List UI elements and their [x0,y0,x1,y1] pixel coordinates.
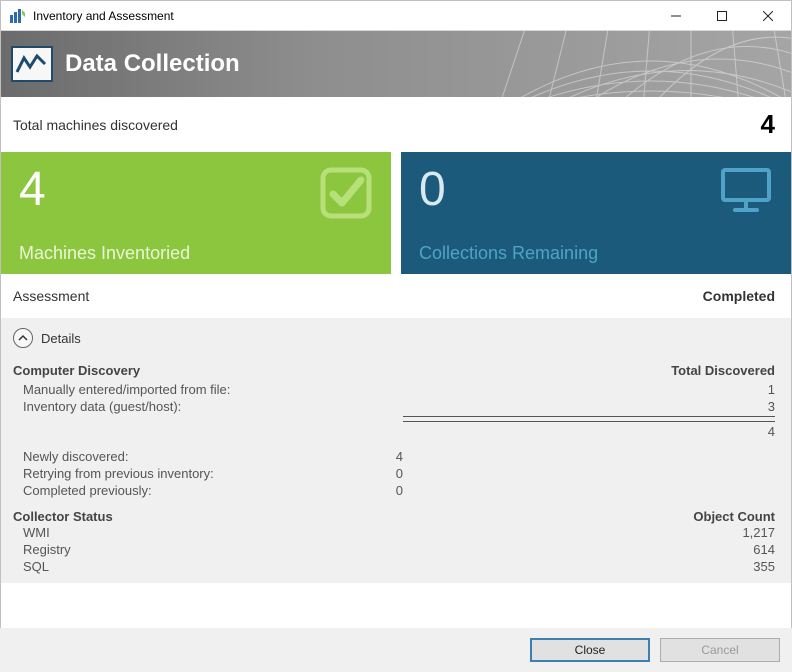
details-header-label: Details [41,331,81,346]
total-discovered-header: Total Discovered [403,363,775,378]
summary-tiles: 4 Machines Inventoried 0 Collections Rem… [1,152,791,274]
minimize-icon [671,11,681,21]
maximize-button[interactable] [699,1,745,30]
breakdown-row: Retrying from previous inventory: 0 [13,465,775,482]
close-button[interactable]: Close [530,638,650,662]
assessment-row: Assessment Completed [1,274,791,318]
discovery-sum-row: 4 [13,418,775,440]
cancel-button: Cancel [660,638,780,662]
breakdown-row: Completed previously: 0 [13,482,775,499]
collector-status-title: Collector Status [13,509,693,524]
maximize-icon [717,11,727,21]
collector-row: SQL 355 [13,558,775,575]
minimize-button[interactable] [653,1,699,30]
chart-line-icon [11,46,53,82]
close-window-button[interactable] [745,1,791,30]
total-discovered-label: Total machines discovered [13,117,178,133]
close-icon [763,11,773,21]
chevron-up-icon [13,328,33,348]
total-discovered-value: 4 [761,109,775,140]
button-bar: Close Cancel [0,628,792,672]
discovery-row: Inventory data (guest/host): 3 [13,398,775,418]
titlebar: Inventory and Assessment [1,1,791,31]
discovery-row: Manually entered/imported from file: 1 [13,381,775,398]
check-icon [319,166,373,220]
monitor-icon [719,166,773,214]
total-discovered-row: Total machines discovered 4 [1,97,791,152]
details-toggle[interactable]: Details [13,328,775,348]
collections-remaining-tile: 0 Collections Remaining [401,152,791,274]
details-area: Details Computer Discovery Total Discove… [1,318,791,583]
machines-inventoried-caption: Machines Inventoried [19,243,373,264]
assessment-label: Assessment [13,288,89,304]
computer-discovery-title: Computer Discovery [13,363,293,378]
mesh-decoration [471,31,791,97]
object-count-header: Object Count [693,509,775,524]
window-title: Inventory and Assessment [33,9,653,23]
app-icon [9,8,25,24]
machines-inventoried-tile: 4 Machines Inventoried [1,152,391,274]
banner-title: Data Collection [65,50,240,78]
collector-row: WMI 1,217 [13,524,775,541]
breakdown-row: Newly discovered: 4 [13,448,775,465]
collections-remaining-caption: Collections Remaining [419,243,773,264]
collector-row: Registry 614 [13,541,775,558]
assessment-status: Completed [703,288,775,304]
banner: Data Collection [1,31,791,97]
